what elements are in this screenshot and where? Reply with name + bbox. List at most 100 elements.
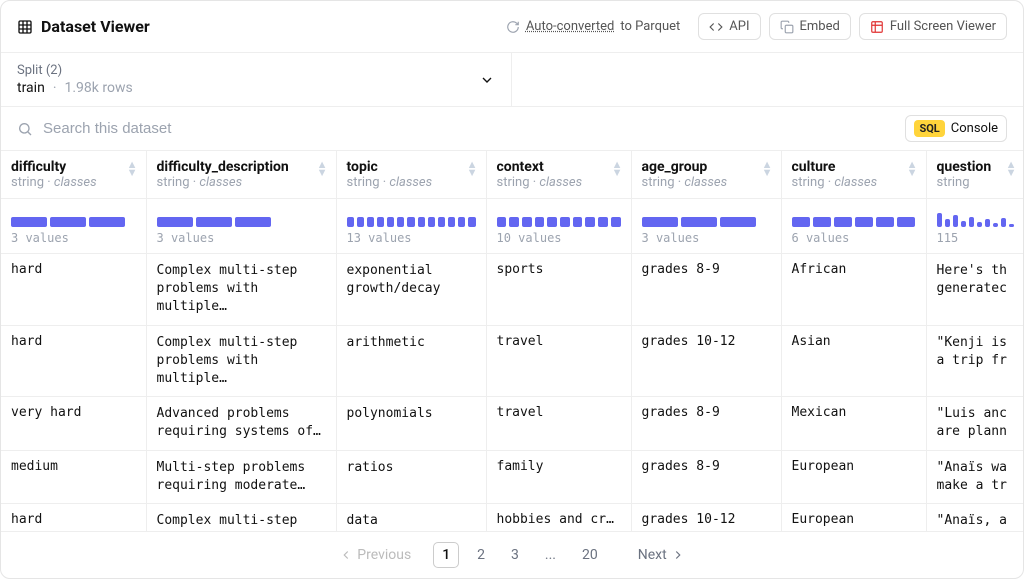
cell-difficulty_description: Complex multi-step problems with multipl… xyxy=(146,325,336,397)
cell-question: "Kenji is a trip fr xyxy=(926,325,1023,397)
search-row: SQL Console xyxy=(1,107,1023,151)
parquet-link[interactable]: Auto-converted to Parquet xyxy=(496,14,690,39)
column-type: string · classes xyxy=(642,175,771,190)
api-button[interactable]: API xyxy=(698,13,760,40)
column-type: string · classes xyxy=(347,175,476,190)
embed-button[interactable]: Embed xyxy=(769,13,851,40)
sort-icon[interactable]: ▲▼ xyxy=(1006,161,1017,177)
column-stats-difficulty_description[interactable]: 3 values xyxy=(146,199,336,254)
cell-difficulty_description: Multi-step problems requiring moderate… xyxy=(146,450,336,503)
sort-icon[interactable]: ▲▼ xyxy=(762,161,773,177)
cell-age_group: grades 8-9 xyxy=(631,450,781,503)
cell-culture: Asian xyxy=(781,325,926,397)
cell-context: family xyxy=(486,450,631,503)
column-name: question xyxy=(937,159,1015,175)
column-header-culture[interactable]: culturestring · classes▲▼ xyxy=(781,151,926,199)
split-rows: 1.98k rows xyxy=(64,80,132,96)
cell-age_group: grades 8-9 xyxy=(631,397,781,450)
table-row[interactable]: hardComplex multi-step problems with mul… xyxy=(1,325,1023,397)
cell-age_group: grades 10-12 xyxy=(631,503,781,531)
page-1[interactable]: 1 xyxy=(433,542,459,568)
column-name: age_group xyxy=(642,159,771,175)
cell-topic: polynomials xyxy=(336,397,486,450)
chevron-right-icon xyxy=(671,548,685,562)
cell-question: Here's th generatec xyxy=(926,254,1023,326)
embed-label: Embed xyxy=(800,19,840,34)
cell-difficulty: hard xyxy=(1,325,146,397)
column-header-context[interactable]: contextstring · classes▲▼ xyxy=(486,151,631,199)
column-stats-culture[interactable]: 6 values xyxy=(781,199,926,254)
page-ellipsis: ... xyxy=(537,543,564,567)
table-row[interactable]: hardComplex multi-step problems with mul… xyxy=(1,254,1023,326)
next-label: Next xyxy=(638,547,667,563)
column-header-topic[interactable]: topicstring · classes▲▼ xyxy=(336,151,486,199)
cell-difficulty: very hard xyxy=(1,397,146,450)
column-stats-row: 3 values 3 values 13 values 10 values 3 valu… xyxy=(1,199,1023,254)
split-right-empty xyxy=(512,53,1023,106)
sql-badge: SQL xyxy=(914,120,944,137)
code-icon xyxy=(709,20,723,34)
cell-culture: European xyxy=(781,450,926,503)
column-header-difficulty[interactable]: difficultystring · classes▲▼ xyxy=(1,151,146,199)
cell-topic: exponential growth/decay xyxy=(336,254,486,326)
values-count: 13 values xyxy=(347,231,476,245)
page-20[interactable]: 20 xyxy=(574,543,606,567)
sort-icon[interactable]: ▲▼ xyxy=(317,161,328,177)
column-stats-age_group[interactable]: 3 values xyxy=(631,199,781,254)
title-text: Dataset Viewer xyxy=(41,17,150,36)
column-header-difficulty_description[interactable]: difficulty_descriptionstring · classes▲▼ xyxy=(146,151,336,199)
split-selector-row: Split (2) train · 1.98k rows xyxy=(1,53,1023,107)
search-input[interactable] xyxy=(43,120,895,137)
cell-question: "Luis anc are plann xyxy=(926,397,1023,450)
column-type: string xyxy=(937,175,1015,190)
column-name: context xyxy=(497,159,621,175)
cell-context: travel xyxy=(486,397,631,450)
split-selector[interactable]: Split (2) train · 1.98k rows xyxy=(1,53,512,106)
table-row[interactable]: mediumMulti-step problems requiring mode… xyxy=(1,450,1023,503)
column-stats-context[interactable]: 10 values xyxy=(486,199,631,254)
table-row[interactable]: hardComplex multi-step problems with mul… xyxy=(1,503,1023,531)
column-name: difficulty xyxy=(11,159,136,175)
viewer-header: Dataset Viewer Auto-converted to Parquet… xyxy=(1,1,1023,53)
search-icon xyxy=(17,121,33,137)
column-name: difficulty_description xyxy=(157,159,326,175)
parquet-suffix: to Parquet xyxy=(620,19,680,34)
cell-age_group: grades 10-12 xyxy=(631,325,781,397)
cell-difficulty_description: Advanced problems requiring systems of… xyxy=(146,397,336,450)
sort-icon[interactable]: ▲▼ xyxy=(127,161,138,177)
column-stats-question[interactable]: 115 xyxy=(926,199,1023,254)
column-type: string · classes xyxy=(497,175,621,190)
page-2[interactable]: 2 xyxy=(469,543,493,567)
chevron-left-icon xyxy=(339,548,353,562)
column-stats-difficulty[interactable]: 3 values xyxy=(1,199,146,254)
fullscreen-button[interactable]: Full Screen Viewer xyxy=(859,13,1007,40)
pagination: Previous 123... 20 Next xyxy=(1,531,1023,578)
sort-icon[interactable]: ▲▼ xyxy=(907,161,918,177)
column-type: string · classes xyxy=(792,175,916,190)
cell-difficulty_description: Complex multi-step problems with multipl… xyxy=(146,254,336,326)
column-header-question[interactable]: questionstring▲▼ xyxy=(926,151,1023,199)
prev-page-button[interactable]: Previous xyxy=(331,543,419,567)
values-count: 115 xyxy=(937,231,1015,245)
cell-culture: Mexican xyxy=(781,397,926,450)
expand-icon xyxy=(870,20,884,34)
cell-age_group: grades 8-9 xyxy=(631,254,781,326)
parquet-link-text: Auto-converted xyxy=(526,19,614,34)
header-actions: Auto-converted to Parquet API Embed Full… xyxy=(496,13,1007,40)
refresh-icon xyxy=(506,20,520,34)
table-row[interactable]: very hardAdvanced problems requiring sys… xyxy=(1,397,1023,450)
column-header-age_group[interactable]: age_groupstring · classes▲▼ xyxy=(631,151,781,199)
values-count: 6 values xyxy=(792,231,916,245)
copy-icon xyxy=(780,20,794,34)
data-table-wrap: difficultystring · classes▲▼difficulty_d… xyxy=(1,151,1023,531)
sort-icon[interactable]: ▲▼ xyxy=(467,161,478,177)
next-page-button[interactable]: Next xyxy=(630,543,693,567)
sql-console-button[interactable]: SQL Console xyxy=(905,115,1007,142)
values-count: 3 values xyxy=(11,231,136,245)
sql-console-label: Console xyxy=(951,121,998,136)
sort-icon[interactable]: ▲▼ xyxy=(612,161,623,177)
cell-context: hobbies and crafts xyxy=(486,503,631,531)
page-3[interactable]: 3 xyxy=(503,543,527,567)
values-count: 3 values xyxy=(642,231,771,245)
column-stats-topic[interactable]: 13 values xyxy=(336,199,486,254)
